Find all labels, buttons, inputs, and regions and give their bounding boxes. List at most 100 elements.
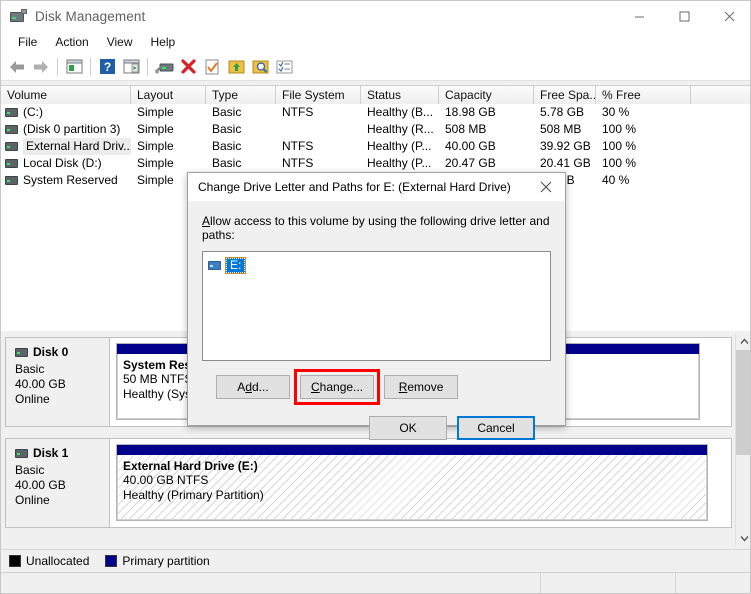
cell-capacity: 40.00 GB	[445, 139, 496, 153]
dialog-title: Change Drive Letter and Paths for E: (Ex…	[198, 180, 511, 194]
cell-status: Healthy (P...	[367, 156, 432, 170]
delete-icon[interactable]	[176, 55, 200, 79]
cell-volume-label: External Hard Driv...	[23, 138, 131, 155]
show-hide-console-tree-icon[interactable]	[62, 55, 86, 79]
disk-partition-strip: External Hard Drive (E:) 40.00 GB NTFS Hea…	[110, 439, 731, 527]
add-button-accel: d	[245, 380, 252, 394]
column-header--free[interactable]: % Free	[596, 86, 691, 104]
cell-free_space: 5.78 GB	[540, 105, 585, 119]
drive-properties-icon[interactable]	[152, 55, 176, 79]
cell-file_system	[276, 121, 361, 138]
partition-line1: 40.00 GB NTFS	[123, 473, 209, 487]
show-action-pane-icon[interactable]	[119, 55, 143, 79]
dialog-body: Allow access to this volume by using the…	[188, 202, 565, 440]
scroll-down-icon[interactable]	[736, 530, 750, 547]
cell-free_space: 20.41 GB	[540, 156, 591, 170]
window-title: Disk Management	[35, 9, 146, 24]
cell-percent_free: 100 %	[602, 139, 637, 153]
cell-file_system: NTFS	[282, 105, 314, 119]
check-disk-icon[interactable]	[200, 55, 224, 79]
legend-label: Unallocated	[26, 553, 90, 568]
change-drive-letter-dialog: Change Drive Letter and Paths for E: (Ex…	[187, 172, 566, 440]
column-header-type[interactable]: Type	[206, 86, 276, 104]
cell-volume: External Hard Driv...	[1, 138, 131, 155]
column-header-volume[interactable]: Volume	[1, 86, 131, 104]
cell-layout: Simple	[137, 122, 174, 136]
disk-name-label: Disk 1	[33, 446, 69, 460]
minimize-icon[interactable]	[617, 1, 662, 32]
column-header-file-system[interactable]: File System	[276, 86, 361, 104]
drive-icon	[5, 108, 18, 117]
properties-list-icon[interactable]	[272, 55, 296, 79]
partition-block[interactable]: External Hard Drive (E:) 40.00 GB NTFS Hea…	[116, 444, 708, 521]
menu-item-file[interactable]: File	[9, 33, 46, 52]
status-segment-main	[1, 573, 541, 593]
cell-capacity: 18.98 GB	[445, 105, 496, 119]
table-row[interactable]: External Hard Driv... Simple Basic NTFS Heal…	[1, 138, 750, 155]
back-icon[interactable]	[5, 55, 29, 79]
column-header-blank[interactable]	[691, 86, 750, 104]
disk-pane-scrollbar[interactable]	[735, 333, 750, 547]
table-row[interactable]: (C:) Simple Basic NTFS Healthy (B... 18.98 GB…	[1, 104, 750, 121]
menu-item-action[interactable]: Action	[46, 33, 97, 52]
scrollbar-thumb[interactable]	[736, 350, 750, 455]
remove-button[interactable]: Remove	[384, 375, 459, 399]
disk-row-disk-1[interactable]: Disk 1 Basic 40.00 GB Online External Hard D…	[5, 438, 732, 528]
close-icon[interactable]	[527, 173, 565, 201]
cell-volume-label: (Disk 0 partition 3)	[23, 122, 121, 136]
cell-type: Basic	[212, 122, 242, 136]
forward-icon[interactable]	[29, 55, 53, 79]
cancel-button[interactable]: Cancel	[457, 416, 535, 440]
status-segment-3	[676, 573, 750, 593]
cell-status: Healthy (R...	[367, 122, 434, 136]
mount-icon[interactable]	[224, 55, 248, 79]
disk-type: Basic	[15, 463, 45, 477]
menu-item-help[interactable]: Help	[142, 33, 185, 52]
cell-layout: Simple	[137, 105, 174, 119]
drive-icon	[5, 176, 18, 185]
partition-legend: Unallocated Primary partition	[1, 549, 750, 571]
disk-icon	[15, 448, 28, 458]
cell-volume: (Disk 0 partition 3)	[1, 121, 131, 138]
column-header-free-spa[interactable]: Free Spa...	[534, 86, 596, 104]
cell-free_space: 508 MB	[540, 122, 582, 136]
drive-paths-list[interactable]: E:	[202, 251, 551, 361]
disk-size: 40.00 GB	[15, 478, 66, 492]
cell-layout: Simple	[137, 156, 174, 170]
status-segment-2	[541, 573, 676, 593]
cell-type: Basic	[212, 139, 242, 153]
scroll-up-icon[interactable]	[736, 333, 750, 350]
column-header-capacity[interactable]: Capacity	[439, 86, 534, 104]
change-button[interactable]: Change...	[300, 375, 375, 399]
explore-icon[interactable]	[248, 55, 272, 79]
disk-info-panel[interactable]: Disk 1 Basic 40.00 GB Online	[6, 439, 110, 527]
disk-name-label: Disk 0	[33, 345, 69, 359]
list-item[interactable]: E:	[208, 256, 247, 274]
partition-line2: Healthy (Primary Partition)	[123, 488, 264, 502]
column-header-status[interactable]: Status	[361, 86, 439, 104]
change-button-label: hange...	[319, 380, 364, 394]
menu-item-view[interactable]: View	[98, 33, 142, 52]
help-icon[interactable]: ?	[95, 55, 119, 79]
disk-management-icon	[10, 9, 27, 24]
cell-volume-label: (C:)	[23, 105, 43, 119]
cell-type: Basic	[212, 105, 242, 119]
ok-button[interactable]: OK	[369, 416, 447, 440]
cell-file_system: NTFS	[282, 156, 314, 170]
table-row[interactable]: Local Disk (D:) Simple Basic NTFS Healthy (P…	[1, 155, 750, 172]
disk-info-panel[interactable]: Disk 0 Basic 40.00 GB Online	[6, 338, 110, 426]
table-row[interactable]: (Disk 0 partition 3) Simple Basic Healthy (…	[1, 121, 750, 138]
cell-blank	[691, 155, 750, 172]
maximize-icon[interactable]	[662, 1, 707, 32]
toolbar: ?	[1, 53, 750, 81]
add-button[interactable]: Ad d...	[216, 375, 290, 399]
cell-blank	[691, 121, 750, 138]
cell-volume-label: Local Disk (D:)	[23, 156, 102, 170]
partition-type-bar	[117, 445, 707, 455]
drive-icon	[5, 159, 18, 168]
cell-free_space: 39.92 GB	[540, 139, 591, 153]
column-header-layout[interactable]: Layout	[131, 86, 206, 104]
close-icon[interactable]	[707, 1, 750, 32]
legend-swatch	[9, 554, 21, 567]
dialog-prompt-rest: llow access to this volume by using the …	[202, 214, 550, 242]
